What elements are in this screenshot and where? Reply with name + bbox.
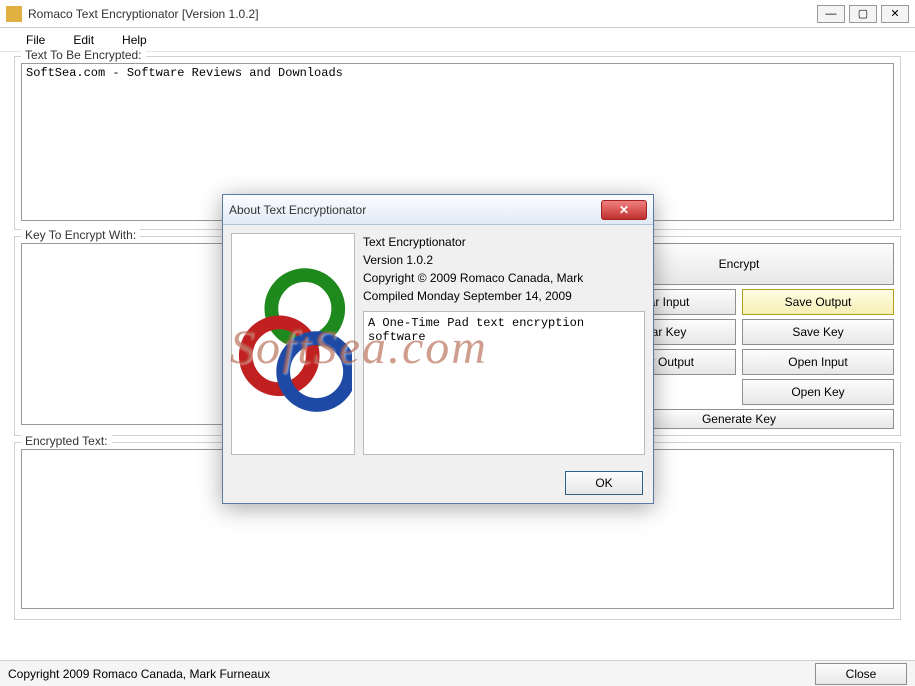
menu-help[interactable]: Help (108, 31, 161, 49)
dialog-footer: OK (223, 463, 653, 503)
dialog-logo (231, 233, 355, 455)
dialog-titlebar: About Text Encryptionator ✕ (223, 195, 653, 225)
menu-file[interactable]: File (12, 31, 59, 49)
dialog-description: A One-Time Pad text encryption software (363, 311, 645, 455)
dialog-line-version: Version 1.0.2 (363, 251, 645, 269)
window-buttons: — ▢ ✕ (817, 5, 909, 23)
dialog-close-button[interactable]: ✕ (601, 200, 647, 220)
maximize-button[interactable]: ▢ (849, 5, 877, 23)
dialog-ok-button[interactable]: OK (565, 471, 643, 495)
rings-icon (234, 254, 352, 434)
dialog-body: Text Encryptionator Version 1.0.2 Copyri… (223, 225, 653, 463)
group-input-label: Text To Be Encrypted: (21, 48, 146, 62)
status-copyright: Copyright 2009 Romaco Canada, Mark Furne… (8, 667, 270, 681)
close-button[interactable]: ✕ (881, 5, 909, 23)
group-key-label: Key To Encrypt With: (21, 228, 140, 242)
save-output-button[interactable]: Save Output (742, 289, 894, 315)
menu-edit[interactable]: Edit (59, 31, 108, 49)
app-icon (6, 6, 22, 22)
dialog-line-appname: Text Encryptionator (363, 233, 645, 251)
open-input-button[interactable]: Open Input (742, 349, 894, 375)
dialog-info: Text Encryptionator Version 1.0.2 Copyri… (363, 233, 645, 455)
close-app-button[interactable]: Close (815, 663, 907, 685)
save-key-button[interactable]: Save Key (742, 319, 894, 345)
minimize-button[interactable]: — (817, 5, 845, 23)
open-key-button[interactable]: Open Key (742, 379, 894, 405)
dialog-line-copyright: Copyright © 2009 Romaco Canada, Mark (363, 269, 645, 287)
window-title: Romaco Text Encryptionator [Version 1.0.… (28, 7, 817, 21)
dialog-title: About Text Encryptionator (229, 203, 601, 217)
statusbar: Copyright 2009 Romaco Canada, Mark Furne… (0, 660, 915, 686)
group-output-label: Encrypted Text: (21, 434, 112, 448)
dialog-line-compiled: Compiled Monday September 14, 2009 (363, 287, 645, 305)
about-dialog: About Text Encryptionator ✕ Text Encrypt… (222, 194, 654, 504)
window-titlebar: Romaco Text Encryptionator [Version 1.0.… (0, 0, 915, 28)
